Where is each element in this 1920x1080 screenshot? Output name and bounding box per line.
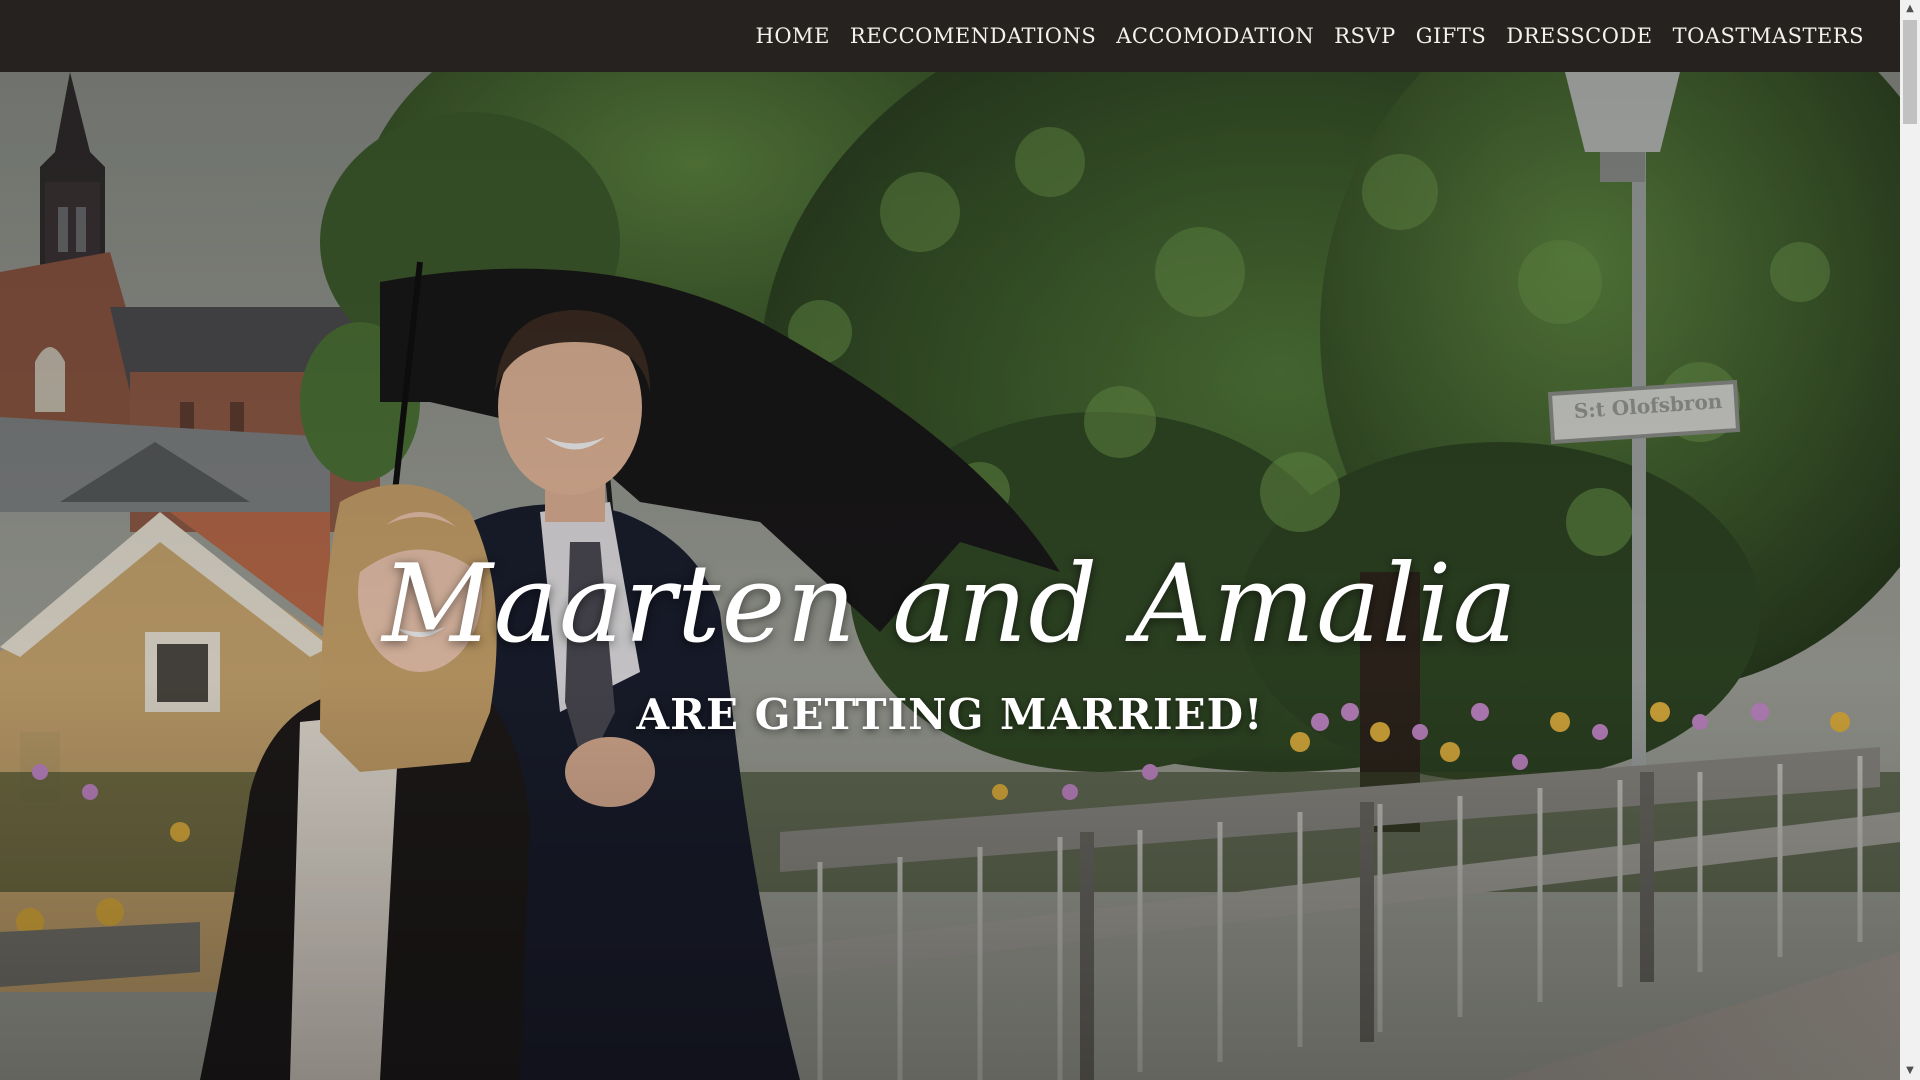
nav-item-toastmasters[interactable]: TOASTMASTERS (1663, 24, 1874, 48)
chevron-down-icon[interactable]: ▼ (1900, 1062, 1920, 1080)
scrollbar-thumb[interactable] (1903, 20, 1917, 124)
nav-item-rsvp[interactable]: RSVP (1324, 24, 1406, 48)
nav-item-accomodation[interactable]: ACCOMODATION (1106, 24, 1324, 48)
page: HOME RECCOMENDATIONS ACCOMODATION RSVP G… (0, 0, 1920, 1080)
hero-section: S:t Olofsbron Maarten and Amalia ARE GET… (0, 72, 1900, 1080)
hero-title: Maarten and Amalia (382, 542, 1518, 667)
vertical-scrollbar[interactable]: ▲ ▼ (1900, 0, 1920, 1080)
nav-item-dresscode[interactable]: DRESSCODE (1496, 24, 1662, 48)
hero-subtitle: ARE GETTING MARRIED! (636, 690, 1264, 739)
nav-item-gifts[interactable]: GIFTS (1406, 24, 1497, 48)
nav-item-home[interactable]: HOME (746, 24, 840, 48)
chevron-up-icon[interactable]: ▲ (1900, 0, 1920, 18)
top-navbar: HOME RECCOMENDATIONS ACCOMODATION RSVP G… (0, 0, 1900, 72)
nav-menu: HOME RECCOMENDATIONS ACCOMODATION RSVP G… (746, 0, 1874, 72)
nav-item-reccomendations[interactable]: RECCOMENDATIONS (840, 24, 1106, 48)
